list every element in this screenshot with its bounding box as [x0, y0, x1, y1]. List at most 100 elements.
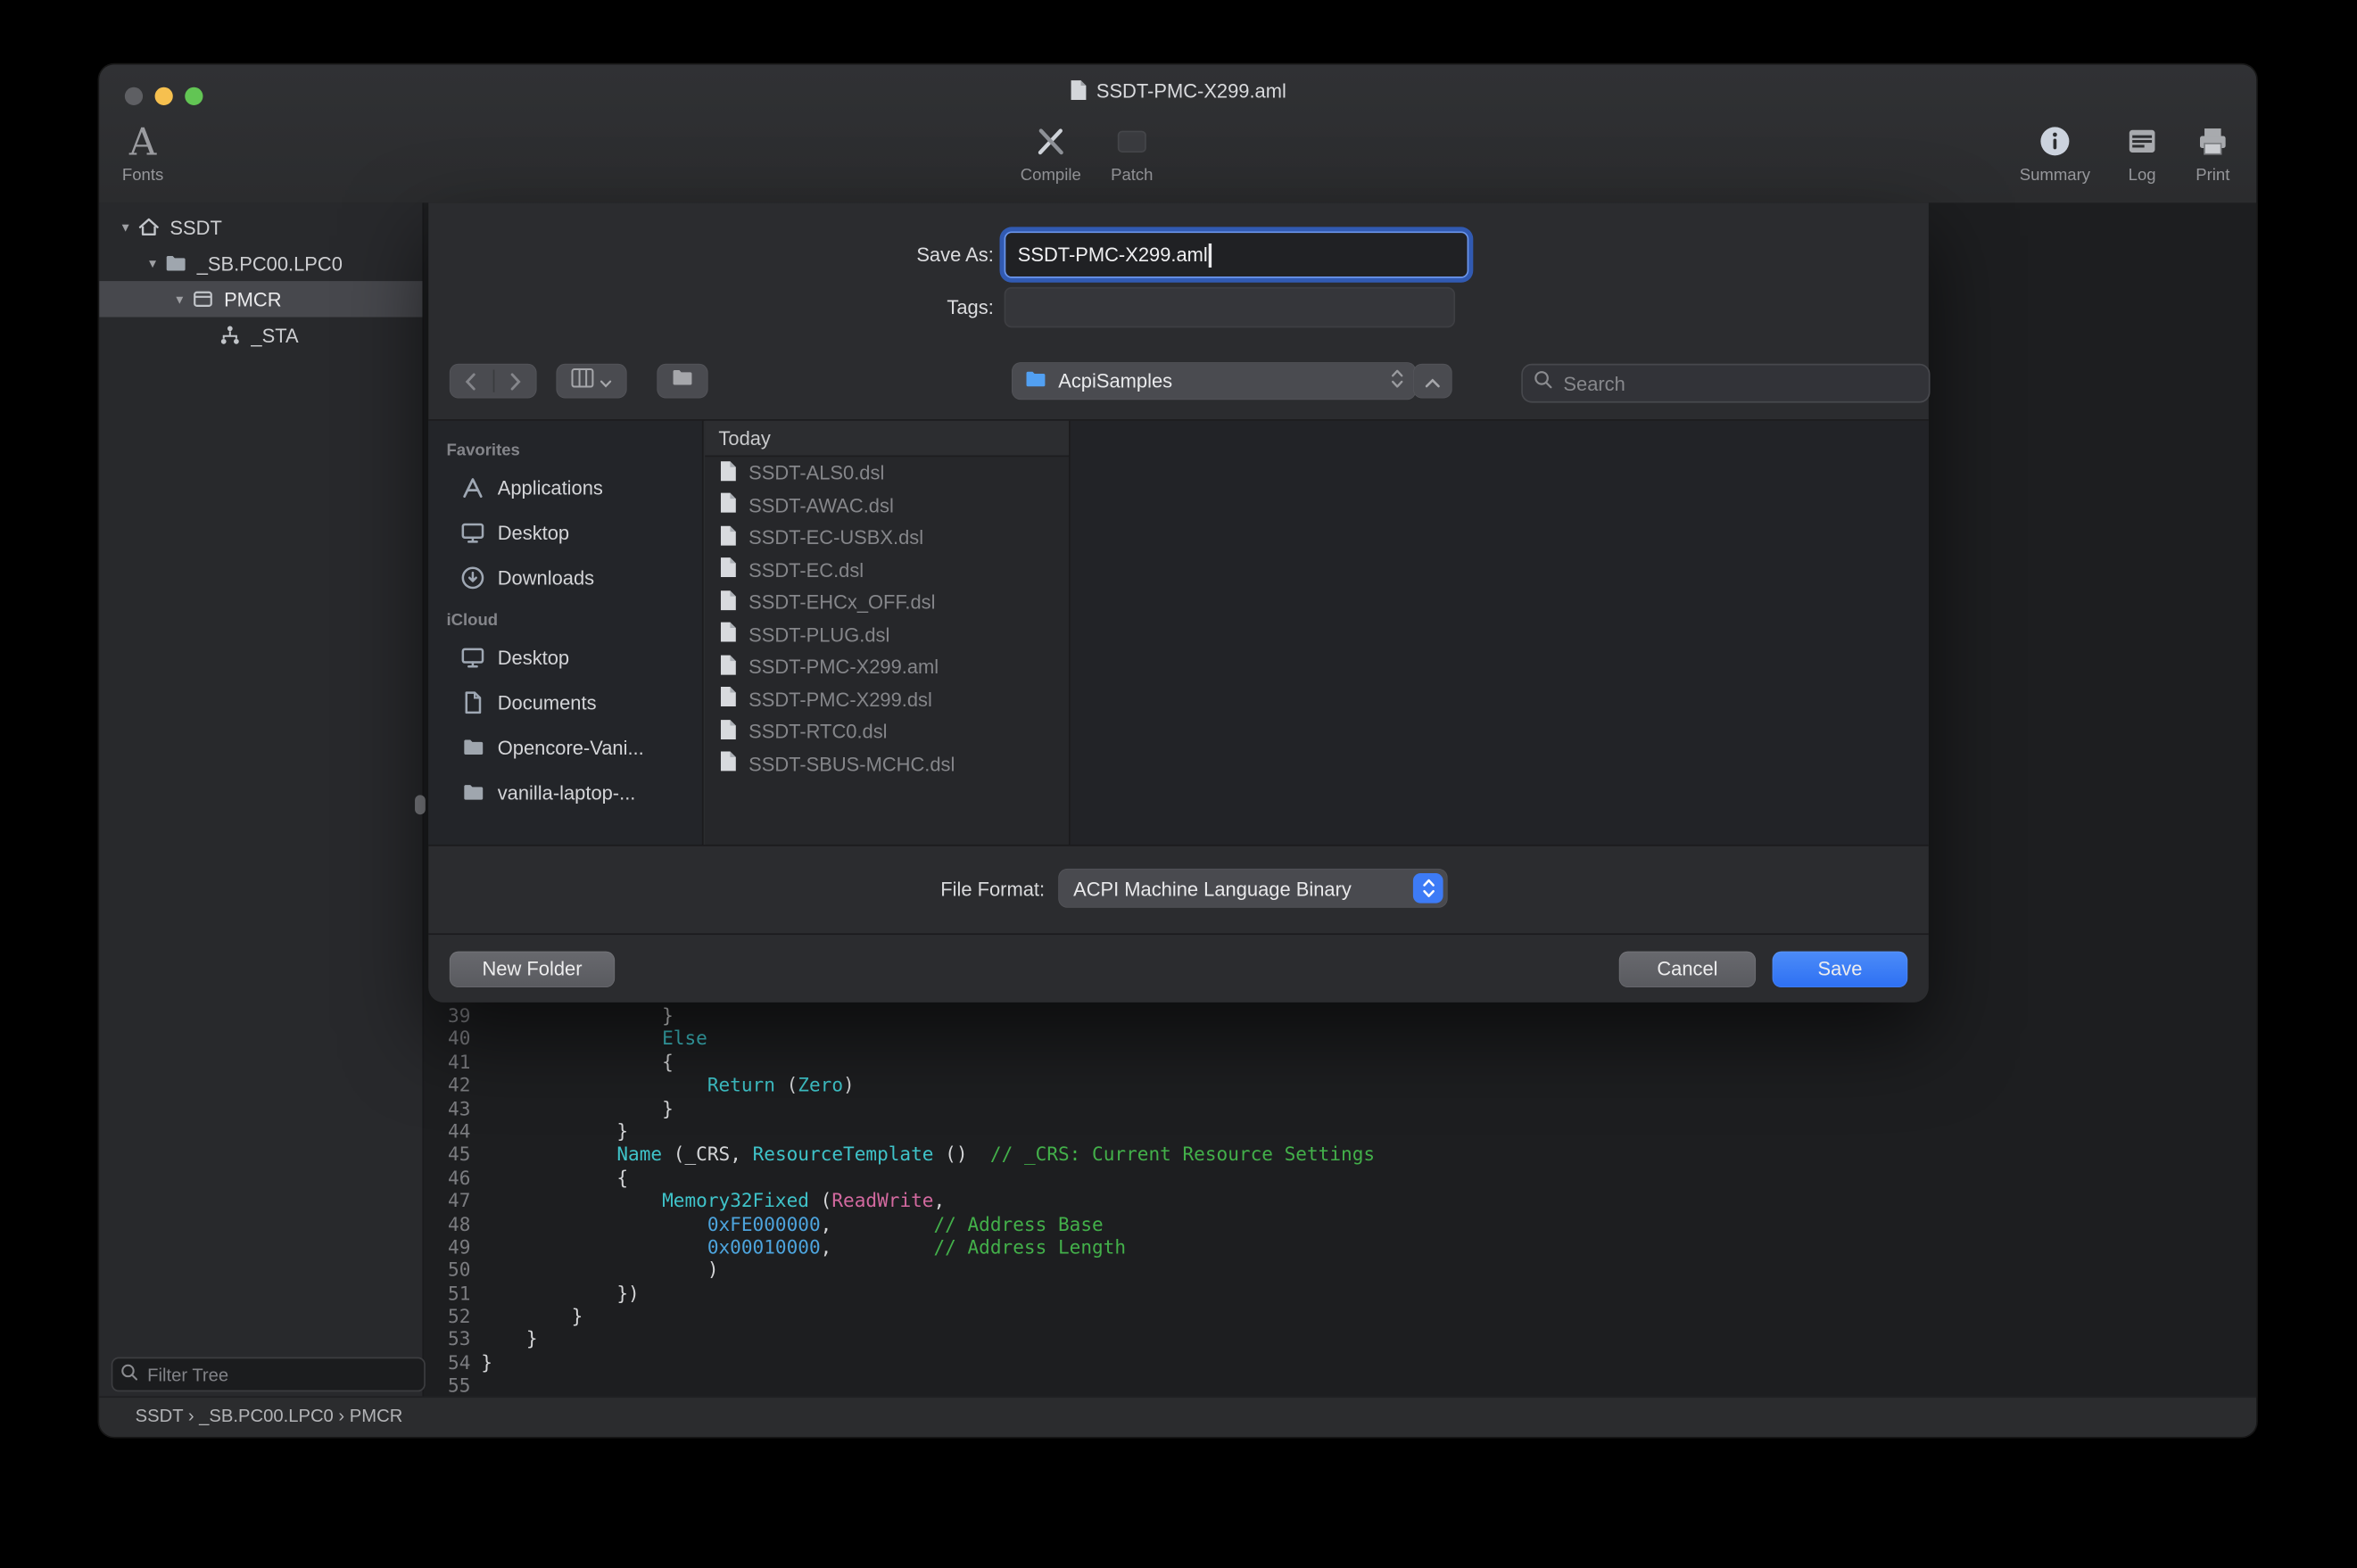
line-number: 40 — [432, 1027, 471, 1051]
file-browser: FavoritesApplicationsDesktopDownloadsiCl… — [428, 421, 1929, 845]
line-number: 53 — [432, 1328, 471, 1351]
sidebar-item-label: Downloads — [498, 565, 594, 588]
code-line: 43 } — [432, 1096, 2257, 1119]
window-title: SSDT-PMC-X299.aml — [99, 78, 2256, 107]
line-number: 45 — [432, 1143, 471, 1166]
document-icon — [718, 459, 738, 486]
file-row[interactable]: SSDT-EHCx_OFF.dsl — [705, 586, 1069, 618]
code-lines: 39 }40 Else41 {42 Return (Zero)43 }44 }4… — [432, 1004, 2257, 1398]
blue-folder-icon — [1023, 367, 1047, 395]
file-row[interactable]: SSDT-EC.dsl — [705, 554, 1069, 586]
line-number: 44 — [432, 1119, 471, 1143]
line-number: 51 — [432, 1282, 471, 1305]
cancel-button[interactable]: Cancel — [1619, 952, 1756, 987]
file-format-label: File Format: — [428, 878, 1045, 900]
tags-field[interactable] — [1005, 287, 1456, 327]
code-line: 42 Return (Zero) — [432, 1073, 2257, 1096]
file-row[interactable]: SSDT-EC-USBX.dsl — [705, 522, 1069, 554]
back-button[interactable] — [450, 364, 492, 399]
filter-tree-input[interactable] — [145, 1362, 417, 1386]
desktop-icon — [460, 644, 486, 670]
file-name: SSDT-RTC0.dsl — [748, 721, 887, 743]
file-row[interactable]: SSDT-RTC0.dsl — [705, 715, 1069, 747]
forward-button[interactable] — [494, 364, 537, 399]
splitter-handle[interactable] — [415, 795, 426, 814]
code-line: 55 — [432, 1374, 2257, 1398]
folder-button[interactable] — [657, 364, 707, 399]
file-name: SSDT-EC-USBX.dsl — [748, 526, 923, 549]
screen: SSDT-PMC-X299.aml A Fonts Compile Patch — [0, 0, 2357, 1567]
disclosure-triangle-icon[interactable]: ▼ — [169, 293, 191, 306]
documents-icon — [460, 689, 486, 715]
sidebar-item[interactable]: Downloads — [428, 555, 702, 600]
sidebar-item[interactable]: Opencore-Vani... — [428, 724, 702, 770]
line-number: 49 — [432, 1235, 471, 1259]
code-line: 45 Name (_CRS, ResourceTemplate () // _C… — [432, 1143, 2257, 1166]
code-line: 49 0x00010000, // Address Length — [432, 1235, 2257, 1259]
file-row[interactable]: SSDT-ALS0.dsl — [705, 457, 1069, 489]
folder-icon — [164, 251, 188, 275]
tree-item[interactable]: ▼ _SB.PC00.LPC0 — [99, 245, 422, 281]
tree-item-label: _SB.PC00.LPC0 — [197, 252, 343, 274]
sidebar-item[interactable]: vanilla-laptop-... — [428, 770, 702, 815]
file-row[interactable]: SSDT-PLUG.dsl — [705, 618, 1069, 650]
file-name: SSDT-SBUS-MCHC.dsl — [748, 753, 955, 775]
tree-item-label: PMCR — [224, 288, 282, 310]
file-name: SSDT-PMC-X299.aml — [748, 656, 939, 678]
location-popup[interactable]: AcpiSamples — [1012, 362, 1416, 400]
file-row[interactable]: SSDT-AWAC.dsl — [705, 489, 1069, 521]
acpi-tree-sidebar: ▼SSDT▼_SB.PC00.LPC0▼PMCR_STA — [99, 202, 424, 1398]
code-line: 46 { — [432, 1166, 2257, 1189]
document-icon — [718, 524, 738, 551]
downloads-icon — [460, 565, 486, 590]
new-folder-button[interactable]: New Folder — [450, 952, 615, 987]
disclosure-triangle-icon[interactable]: ▼ — [114, 220, 136, 234]
sidebar-item[interactable]: Desktop — [428, 509, 702, 555]
save-as-field[interactable]: SSDT-PMC-X299.aml — [1005, 231, 1469, 277]
disclosure-triangle-icon[interactable]: ▼ — [141, 256, 163, 269]
code-line: 48 0xFE000000, // Address Base — [432, 1212, 2257, 1235]
code-line: 47 Memory32Fixed (ReadWrite, — [432, 1189, 2257, 1212]
save-button[interactable]: Save — [1773, 952, 1908, 987]
tree-item[interactable]: ▼SSDT — [99, 209, 422, 244]
line-number: 55 — [432, 1374, 471, 1398]
tree-item[interactable]: _STA — [99, 318, 422, 353]
filter-tree-field[interactable] — [112, 1358, 426, 1392]
code-line: 39 } — [432, 1004, 2257, 1027]
house-icon — [136, 215, 161, 239]
file-row[interactable]: SSDT-PMC-X299.dsl — [705, 683, 1069, 715]
code-line: 51 }) — [432, 1282, 2257, 1305]
file-row[interactable]: SSDT-PMC-X299.aml — [705, 651, 1069, 683]
sidebar-item[interactable]: Documents — [428, 680, 702, 725]
popup-updown-icon — [1413, 873, 1443, 904]
file-row[interactable]: SSDT-SBUS-MCHC.dsl — [705, 747, 1069, 780]
search-input[interactable] — [1560, 370, 1918, 396]
file-format-popup[interactable]: ACPI Machine Language Binary — [1058, 869, 1447, 908]
nav-buttons — [450, 364, 537, 399]
line-number: 54 — [432, 1351, 471, 1374]
search-field[interactable] — [1521, 364, 1930, 403]
tree-item-label: _STA — [251, 324, 298, 346]
sidebar-item[interactable]: Applications — [428, 465, 702, 510]
columns-view-icon — [571, 367, 593, 394]
window-chrome: SSDT-PMC-X299.aml A Fonts Compile Patch — [99, 64, 2256, 204]
status-bar: SSDT › _SB.PC00.LPC0 › PMCR — [99, 1396, 2256, 1436]
toolbar-item-print[interactable]: Print — [2155, 119, 2256, 185]
sidebar-item[interactable]: Desktop — [428, 634, 702, 680]
desktop-icon — [460, 519, 486, 545]
parent-directory-button[interactable] — [1413, 364, 1452, 399]
line-number: 42 — [432, 1073, 471, 1096]
device-icon — [191, 287, 215, 311]
line-number: 39 — [432, 1004, 471, 1027]
folder-icon — [460, 780, 486, 805]
code-line: 40 Else — [432, 1027, 2257, 1051]
toolbar-item-patch: Patch — [1075, 119, 1189, 185]
text-caret — [1209, 243, 1212, 267]
toolbar-item-fonts[interactable]: A Fonts — [99, 119, 200, 185]
sidebar-section-title: Favorites — [446, 442, 701, 459]
breadcrumb[interactable]: SSDT › _SB.PC00.LPC0 › PMCR — [136, 1405, 403, 1426]
tree-item[interactable]: ▼ PMCR — [99, 281, 422, 317]
places-sidebar: FavoritesApplicationsDesktopDownloadsiCl… — [428, 421, 703, 845]
view-mode-button[interactable] — [556, 364, 626, 399]
line-number: 43 — [432, 1096, 471, 1119]
